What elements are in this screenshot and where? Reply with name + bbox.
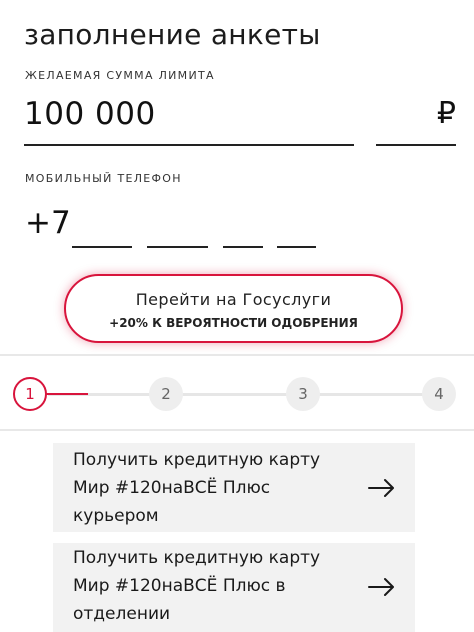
option-branch[interactable]: Получить кредитную карту Мир #120наВСЁ П… [53,543,415,632]
gosuslugi-button-sublabel: +20% К ВЕРОЯТНОСТИ ОДОБРЕНИЯ [109,316,358,330]
phone-third-underline [277,246,316,248]
step-4[interactable]: 4 [422,377,456,411]
phone-first-segment[interactable] [147,212,208,248]
option-courier-text: Получить кредитную карту Мир #120наВСЁ П… [73,450,321,526]
phone-third-segment[interactable] [277,212,316,248]
step-1[interactable]: 1 [13,377,47,411]
bottom-divider [0,429,474,431]
phone-code-segment[interactable] [72,212,132,248]
stepper-track [48,393,440,396]
amount-underline [24,144,354,146]
arrow-right-icon [368,578,394,596]
option-branch-text: Получить кредитную карту Мир #120наВСЁ П… [73,548,321,624]
phone-second-underline [223,246,263,248]
option-courier[interactable]: Получить кредитную карту Мир #120наВСЁ П… [53,443,415,532]
phone-code-underline [72,246,132,248]
page-title: заполнение анкеты [24,18,321,51]
arrow-right-icon [368,479,394,497]
ruble-icon: ₽ [436,96,456,131]
phone-second-segment[interactable] [223,212,263,248]
amount-field[interactable]: 100 000 [24,96,354,148]
gosuslugi-button-label: Перейти на Госуслуги [135,290,332,309]
currency-underline [376,144,456,146]
step-2[interactable]: 2 [149,377,183,411]
phone-first-underline [147,246,208,248]
phone-prefix: +7 [25,205,71,241]
stepper-progress [46,393,88,395]
top-divider [0,354,474,356]
currency-field: ₽ [376,96,456,148]
gosuslugi-button[interactable]: Перейти на Госуслуги +20% К ВЕРОЯТНОСТИ … [64,274,403,343]
phone-label: МОБИЛЬНЫЙ ТЕЛЕФОН [25,172,182,185]
step-3[interactable]: 3 [286,377,320,411]
amount-value[interactable]: 100 000 [24,96,156,132]
amount-label: ЖЕЛАЕМАЯ СУММА ЛИМИТА [25,69,215,82]
